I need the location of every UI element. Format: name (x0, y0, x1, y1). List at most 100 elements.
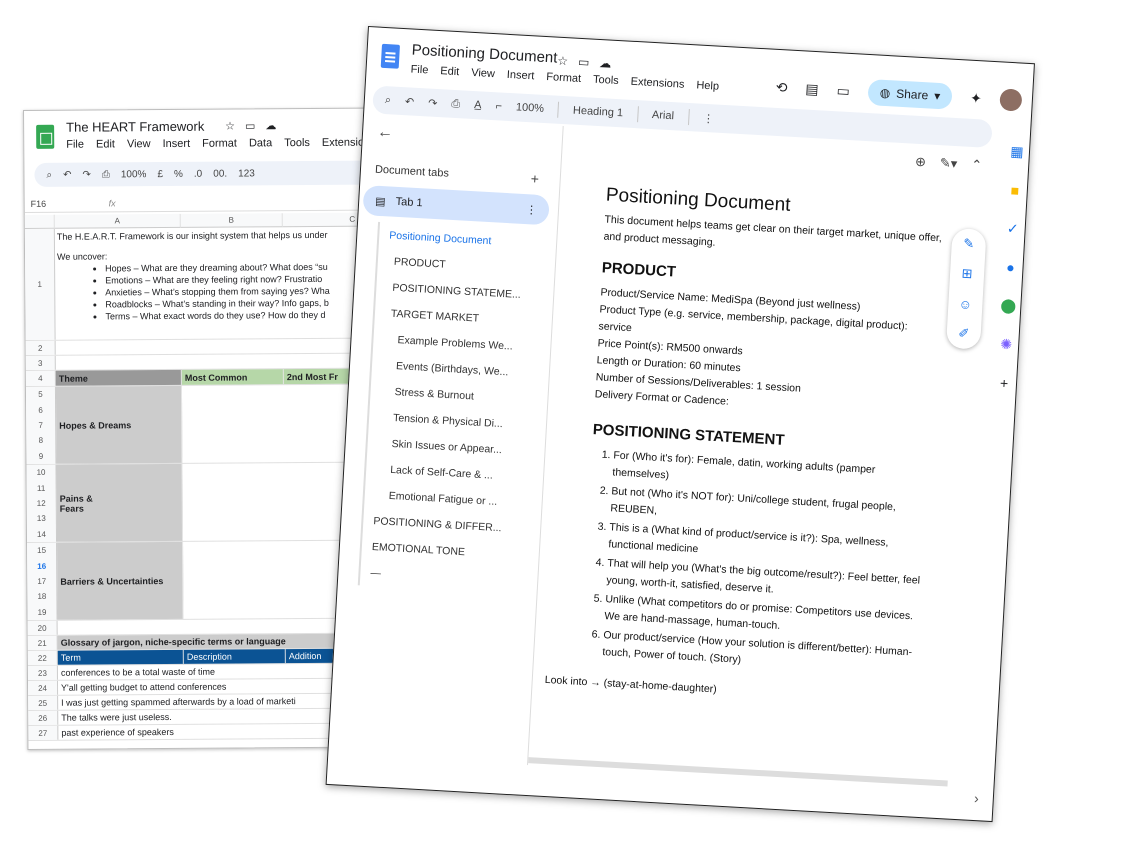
meet-icon[interactable]: ▭ (836, 82, 850, 100)
menu-edit[interactable]: Edit (440, 65, 460, 78)
menu-format[interactable]: Format (546, 71, 581, 85)
cloud-icon[interactable]: ☁ (599, 56, 612, 71)
emoji-icon[interactable]: ☺ (958, 296, 972, 312)
add-comment-icon[interactable]: ⊞ (961, 266, 973, 283)
zoom-select[interactable]: 100% (516, 101, 545, 115)
zoom-select[interactable]: 100% (121, 169, 147, 180)
paint-format-icon[interactable]: ⌐ (495, 100, 502, 112)
font-select[interactable]: Arial (652, 109, 675, 122)
row-number[interactable]: 20 (27, 620, 58, 635)
currency-button[interactable]: £ (157, 169, 163, 180)
row-number[interactable]: 22 (27, 650, 58, 665)
suggest-edit-icon[interactable]: ✐ (958, 325, 970, 342)
calendar-icon[interactable]: ▦ (1010, 143, 1024, 161)
share-button[interactable]: ◍ Share ▾ (867, 79, 953, 110)
menu-view[interactable]: View (127, 138, 151, 150)
keep-icon[interactable]: ■ (1010, 182, 1019, 198)
increase-decimal-button[interactable]: 00. (213, 168, 227, 179)
col-header-a[interactable]: A (54, 213, 181, 229)
redo-icon[interactable]: ↷ (82, 169, 90, 180)
header-theme[interactable]: Theme (55, 369, 182, 386)
menu-tools[interactable]: Tools (593, 74, 619, 87)
search-icon[interactable]: ⌕ (46, 169, 52, 180)
tab-more-icon[interactable]: ⋮ (526, 203, 538, 217)
comments-icon[interactable]: ▤ (805, 80, 819, 98)
row-number[interactable]: 4 (25, 370, 56, 386)
name-box[interactable]: F16 (31, 199, 47, 209)
menu-file[interactable]: File (410, 63, 428, 76)
document-canvas: ⊕ ✎▾ ⌃ Positioning Document This documen… (528, 126, 991, 789)
menu-insert[interactable]: Insert (163, 138, 191, 150)
edit-pencil-icon[interactable]: ✎▾ (939, 155, 958, 172)
col-header-b[interactable]: B (180, 213, 283, 228)
row-number[interactable]: 26 (28, 710, 59, 725)
row-number[interactable]: 23 (27, 665, 58, 680)
back-arrow-icon[interactable]: ← (377, 124, 394, 143)
history-icon[interactable]: ⟲ (775, 78, 788, 96)
style-select[interactable]: Heading 1 (573, 105, 624, 120)
move-icon[interactable]: ▭ (245, 119, 255, 132)
row-number[interactable]: 2 (25, 340, 56, 355)
menu-help[interactable]: Help (696, 79, 719, 92)
chevron-down-icon[interactable]: ▾ (934, 89, 941, 103)
row-number[interactable]: 25 (28, 695, 59, 710)
collapse-chevron-icon[interactable]: ⌃ (971, 157, 983, 174)
percent-button[interactable]: % (174, 168, 183, 179)
redo-icon[interactable]: ↷ (428, 96, 438, 109)
cloud-icon[interactable]: ☁ (265, 119, 276, 132)
doc-title[interactable]: Positioning Document (411, 41, 558, 66)
menu-file[interactable]: File (66, 139, 84, 151)
group-pains[interactable]: Pains & Fears (56, 463, 184, 542)
glossary-header-term[interactable]: Term (57, 649, 184, 665)
decrease-decimal-button[interactable]: .0 (194, 168, 202, 179)
tabs-heading: Document tabs (374, 163, 450, 180)
maps-icon[interactable]: ⬤ (1000, 297, 1017, 315)
row-number[interactable]: 1 (24, 228, 56, 340)
print-icon[interactable]: ⎙ (451, 97, 460, 110)
sheet-title[interactable]: The HEART Framework (66, 119, 204, 135)
contacts-icon[interactable]: ● (1006, 259, 1015, 275)
undo-icon[interactable]: ↶ (63, 169, 71, 180)
search-icon[interactable]: ⌕ (385, 94, 392, 107)
magic-edit-icon[interactable]: ✎ (963, 236, 975, 253)
outline-list: Positioning Document PRODUCT POSITIONING… (357, 221, 525, 594)
row-number[interactable]: 27 (28, 725, 59, 740)
docs-logo-icon (380, 43, 400, 69)
list-item: Terms – What exact words do they use? Ho… (105, 309, 330, 323)
row-number[interactable]: 21 (27, 635, 58, 650)
menu-view[interactable]: View (471, 67, 495, 80)
menu-insert[interactable]: Insert (507, 69, 535, 83)
add-tab-icon[interactable]: + (530, 170, 539, 186)
menu-tools[interactable]: Tools (284, 137, 310, 149)
document-page[interactable]: Positioning Document This document helps… (544, 185, 946, 710)
glossary-header-description[interactable]: Description (183, 649, 286, 664)
menu-format[interactable]: Format (202, 138, 237, 150)
menu-edit[interactable]: Edit (96, 138, 115, 150)
menu-extensions[interactable]: Extensions (630, 76, 684, 91)
add-app-icon[interactable]: + (1000, 375, 1009, 391)
star-icon[interactable]: ☆ (557, 54, 569, 69)
addon-icon[interactable]: ✺ (1000, 336, 1013, 354)
add-icon[interactable]: ⊕ (915, 154, 927, 171)
star-icon[interactable]: ☆ (225, 120, 235, 133)
tasks-icon[interactable]: ✓ (1006, 220, 1019, 238)
more-icon[interactable]: ⋮ (703, 111, 715, 125)
tab-1[interactable]: ▤ Tab 1 ⋮ (362, 185, 550, 226)
group-barriers[interactable]: Barriers & Uncertainties (57, 541, 184, 620)
move-icon[interactable]: ▭ (578, 55, 590, 70)
gemini-icon[interactable]: ✦ (970, 89, 983, 107)
chevron-right-icon[interactable]: › (974, 790, 980, 806)
side-apps-rail: ▦ ■ ✓ ● ⬤ ✺ + (990, 143, 1032, 392)
undo-icon[interactable]: ↶ (405, 95, 415, 108)
row-number[interactable]: 3 (25, 355, 56, 370)
row-number: 10 11 12 13 14 (26, 464, 58, 542)
avatar[interactable] (999, 88, 1023, 112)
row-number[interactable]: 24 (27, 680, 59, 695)
spellcheck-icon[interactable]: A̲ (474, 99, 482, 111)
header-most-common[interactable]: Most Common (181, 369, 284, 385)
menu-data[interactable]: Data (249, 137, 272, 149)
number-format-button[interactable]: 123 (238, 168, 255, 179)
doc-tab-icon: ▤ (374, 195, 386, 208)
group-hopes[interactable]: Hopes & Dreams (55, 385, 183, 464)
print-icon[interactable]: ⎙ (102, 169, 110, 180)
